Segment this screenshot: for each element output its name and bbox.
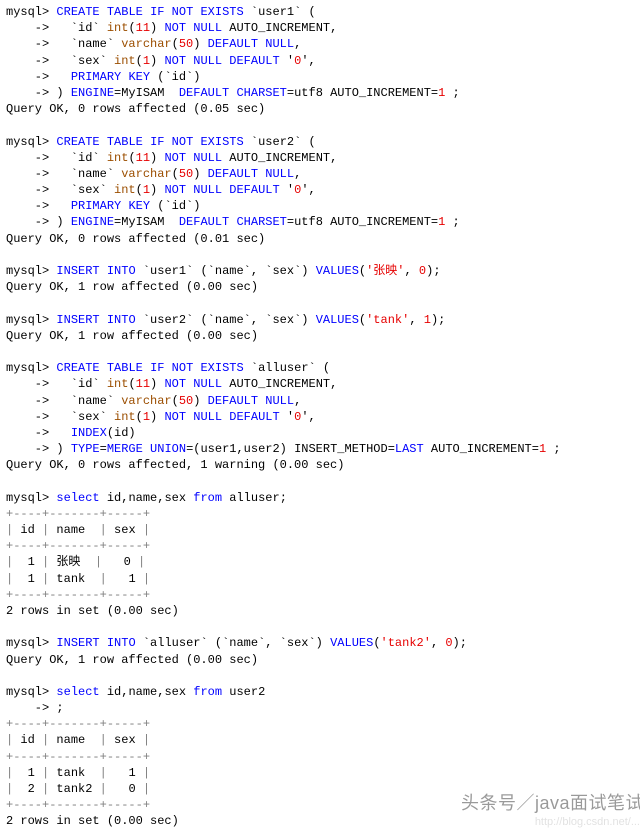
- terminal-line: -> `id` int(11) NOT NULL AUTO_INCREMENT,: [6, 150, 640, 166]
- terminal-line: +----+-------+-----+: [6, 538, 640, 554]
- terminal-line: Query OK, 0 rows affected (0.05 sec): [6, 101, 640, 117]
- terminal-line: mysql> select id,name,sex from user2: [6, 684, 640, 700]
- terminal-line: Query OK, 1 row affected (0.00 sec): [6, 279, 640, 295]
- terminal-line: | id | name | sex |: [6, 732, 640, 748]
- terminal-line: -> `sex` int(1) NOT NULL DEFAULT '0',: [6, 409, 640, 425]
- terminal-line: mysql> INSERT INTO `user1` (`name`, `sex…: [6, 263, 640, 279]
- terminal-line: | 1 | tank | 1 |: [6, 765, 640, 781]
- terminal-line: +----+-------+-----+: [6, 506, 640, 522]
- terminal-line: mysql> select id,name,sex from alluser;: [6, 490, 640, 506]
- terminal-line: -> ) TYPE=MERGE UNION=(user1,user2) INSE…: [6, 441, 640, 457]
- terminal-line: +----+-------+-----+: [6, 797, 640, 813]
- terminal-line: -> `name` varchar(50) DEFAULT NULL,: [6, 393, 640, 409]
- terminal-line: mysql> INSERT INTO `user2` (`name`, `sex…: [6, 312, 640, 328]
- terminal-line: -> `name` varchar(50) DEFAULT NULL,: [6, 36, 640, 52]
- terminal-line: -> PRIMARY KEY (`id`): [6, 69, 640, 85]
- terminal-line: -> ;: [6, 700, 640, 716]
- terminal-blank-line: [6, 344, 640, 360]
- terminal-line: mysql> INSERT INTO `alluser` (`name`, `s…: [6, 635, 640, 651]
- terminal-line: | 1 | tank | 1 |: [6, 571, 640, 587]
- terminal-line: Query OK, 0 rows affected, 1 warning (0.…: [6, 457, 640, 473]
- terminal-line: +----+-------+-----+: [6, 749, 640, 765]
- terminal-line: -> PRIMARY KEY (`id`): [6, 198, 640, 214]
- terminal-blank-line: [6, 619, 640, 635]
- terminal-line: 2 rows in set (0.00 sec): [6, 603, 640, 619]
- terminal-line: -> `id` int(11) NOT NULL AUTO_INCREMENT,: [6, 20, 640, 36]
- terminal-blank-line: [6, 247, 640, 263]
- terminal-line: | id | name | sex |: [6, 522, 640, 538]
- terminal-line: 2 rows in set (0.00 sec): [6, 813, 640, 829]
- terminal-blank-line: [6, 668, 640, 684]
- terminal-line: +----+-------+-----+: [6, 716, 640, 732]
- terminal-line: -> INDEX(id): [6, 425, 640, 441]
- terminal-line: -> `sex` int(1) NOT NULL DEFAULT '0',: [6, 182, 640, 198]
- terminal-line: | 2 | tank2 | 0 |: [6, 781, 640, 797]
- terminal-line: -> `id` int(11) NOT NULL AUTO_INCREMENT,: [6, 376, 640, 392]
- terminal-line: -> ) ENGINE=MyISAM DEFAULT CHARSET=utf8 …: [6, 214, 640, 230]
- terminal-line: mysql> CREATE TABLE IF NOT EXISTS `user1…: [6, 4, 640, 20]
- terminal-line: Query OK, 1 row affected (0.00 sec): [6, 652, 640, 668]
- terminal-line: Query OK, 0 rows affected (0.01 sec): [6, 231, 640, 247]
- terminal-line: | 1 | 张映 | 0 |: [6, 554, 640, 570]
- terminal-line: -> ) ENGINE=MyISAM DEFAULT CHARSET=utf8 …: [6, 85, 640, 101]
- terminal-line: mysql> CREATE TABLE IF NOT EXISTS `allus…: [6, 360, 640, 376]
- terminal-line: -> `name` varchar(50) DEFAULT NULL,: [6, 166, 640, 182]
- terminal-line: +----+-------+-----+: [6, 587, 640, 603]
- terminal-line: mysql> CREATE TABLE IF NOT EXISTS `user2…: [6, 134, 640, 150]
- terminal-blank-line: [6, 295, 640, 311]
- terminal-blank-line: [6, 473, 640, 489]
- terminal-line: Query OK, 1 row affected (0.00 sec): [6, 328, 640, 344]
- mysql-terminal-output: mysql> CREATE TABLE IF NOT EXISTS `user1…: [6, 4, 640, 830]
- terminal-line: -> `sex` int(1) NOT NULL DEFAULT '0',: [6, 53, 640, 69]
- terminal-blank-line: [6, 117, 640, 133]
